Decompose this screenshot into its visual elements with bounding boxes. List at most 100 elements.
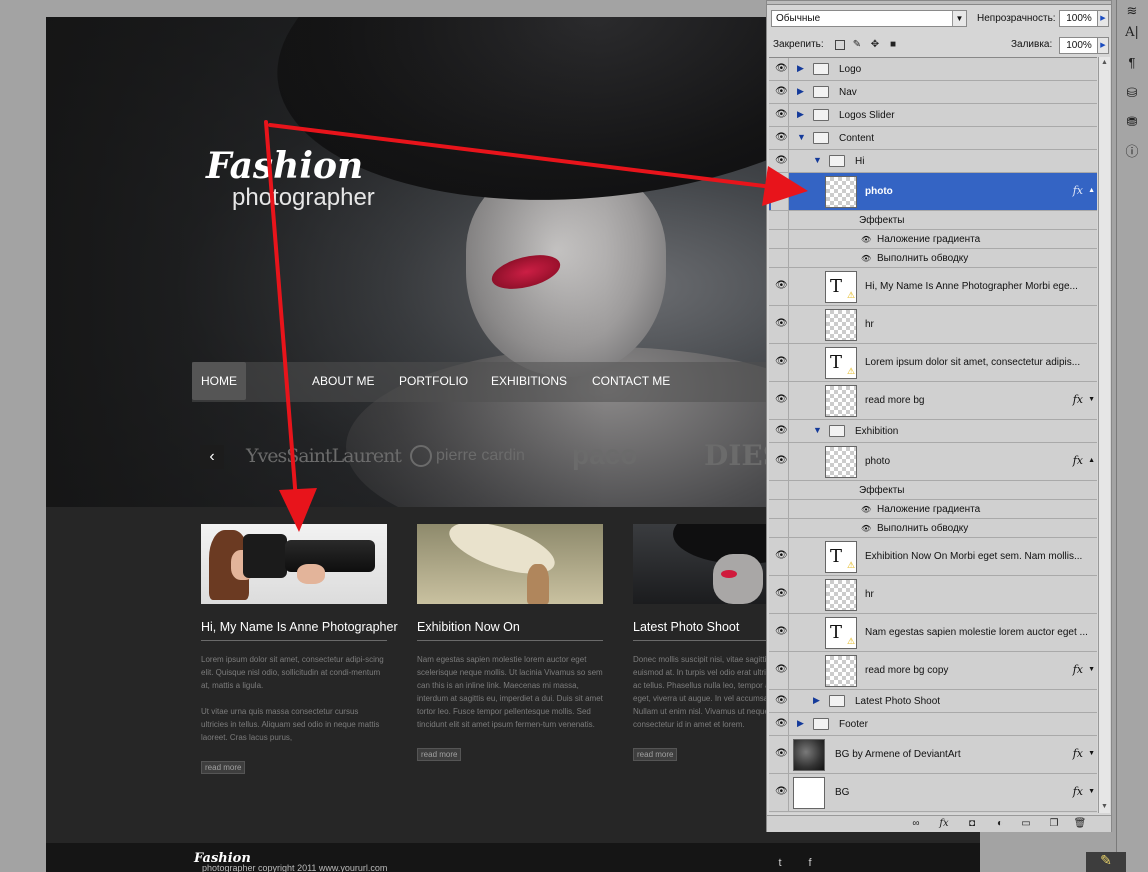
collapse-triangle-icon[interactable]: ▼ xyxy=(813,155,823,165)
expand-triangle-icon[interactable]: ▶ xyxy=(797,718,807,729)
facebook-icon[interactable]: f xyxy=(802,857,818,872)
nav-contact-me[interactable]: CONTACT ME xyxy=(583,362,679,400)
lock-move-icon[interactable]: ✥ xyxy=(869,39,881,51)
eye-icon[interactable]: 👁 xyxy=(771,576,789,613)
effect-eye-icon[interactable]: 👁 xyxy=(861,254,871,263)
eye-icon-hidden[interactable] xyxy=(771,211,789,229)
layer-row[interactable]: 👁 ▶ Latest Photo Shoot xyxy=(769,690,1097,713)
fill-slider-arrow-icon[interactable]: ▶ xyxy=(1097,37,1109,54)
layer-row[interactable]: 👁 ▶ Logo xyxy=(769,58,1097,81)
chevron-down-icon[interactable]: ▼ xyxy=(1088,750,1095,757)
effect-eye-icon[interactable]: 👁 xyxy=(861,524,871,533)
fill-input[interactable]: 100% xyxy=(1059,37,1099,54)
effect-row[interactable]: 👁 Выполнить обводку xyxy=(769,249,1097,268)
eye-icon[interactable]: 👁 xyxy=(771,127,789,149)
chevron-down-icon[interactable]: ▼ xyxy=(1088,396,1095,403)
expand-triangle-icon[interactable]: ▶ xyxy=(797,86,807,97)
nav-about-me[interactable]: ABOUT ME xyxy=(303,362,383,400)
layer-row[interactable]: 👁 T ⚠ Hi, My Name Is Anne Photographer M… xyxy=(769,268,1097,306)
eye-icon[interactable]: 👁 xyxy=(771,538,789,575)
layer-row[interactable]: 👁 read more bg fx ▼ xyxy=(769,382,1097,420)
fx-icon[interactable]: fx xyxy=(1073,663,1083,676)
nav-portfolio[interactable]: PORTFOLIO xyxy=(390,362,477,400)
layer-row[interactable]: 👁 BG by Armene of DeviantArt fx ▼ xyxy=(769,736,1097,774)
layer-row[interactable]: 👁 T ⚠ Lorem ipsum dolor sit amet, consec… xyxy=(769,344,1097,382)
layer-row[interactable]: 👁 ▼ Exhibition xyxy=(769,420,1097,443)
fx-icon[interactable]: fx xyxy=(1073,785,1083,798)
collapse-panels-icon[interactable]: ≋ xyxy=(1121,0,1143,22)
chevron-down-icon[interactable]: ▼ xyxy=(1088,666,1095,673)
twitter-icon[interactable]: t xyxy=(772,857,788,872)
fx-icon[interactable]: fx xyxy=(1073,393,1083,406)
paragraph-icon[interactable]: ¶ xyxy=(1121,52,1143,74)
eye-icon[interactable]: 👁 xyxy=(771,268,789,305)
eye-icon-hidden[interactable] xyxy=(771,519,789,537)
eye-icon[interactable]: 👁 xyxy=(771,652,789,689)
layer-row-selected[interactable]: photo fx ▲ xyxy=(769,173,1097,211)
scroll-up-icon[interactable]: ▲ xyxy=(1099,57,1110,69)
lock-all-icon[interactable]: ■ xyxy=(887,39,899,51)
opacity-slider-arrow-icon[interactable]: ▶ xyxy=(1097,10,1109,27)
eye-icon[interactable]: 👁 xyxy=(771,736,789,773)
eye-icon[interactable]: 👁 xyxy=(771,58,789,80)
scroll-down-icon[interactable]: ▼ xyxy=(1099,801,1110,813)
read-more-button[interactable]: read more xyxy=(201,761,246,774)
eye-icon[interactable]: 👁 xyxy=(771,774,789,811)
eye-icon[interactable]: 👁 xyxy=(771,443,789,480)
fx-icon[interactable]: fx xyxy=(1073,747,1083,760)
add-style-icon[interactable]: fx xyxy=(937,818,951,830)
eye-icon-hidden[interactable] xyxy=(771,230,789,248)
expand-triangle-icon[interactable]: ▶ xyxy=(813,695,823,706)
blend-mode-select[interactable]: Обычные ▼ xyxy=(771,10,967,27)
effect-row[interactable]: 👁 Наложение градиента xyxy=(769,230,1097,249)
expand-triangle-icon[interactable]: ▶ xyxy=(797,63,807,74)
add-mask-icon[interactable]: ◘ xyxy=(965,818,979,830)
styles-icon[interactable]: ⛁ xyxy=(1121,82,1143,104)
layer-row[interactable]: 👁 T ⚠ Exhibition Now On Morbi eget sem. … xyxy=(769,538,1097,576)
layer-row[interactable]: 👁 ▼ Hi xyxy=(769,150,1097,173)
read-more-button[interactable]: read more xyxy=(417,748,462,761)
layer-row[interactable]: 👁 BG fx ▼ xyxy=(769,774,1097,812)
eye-icon[interactable]: 👁 xyxy=(771,81,789,103)
eye-icon[interactable]: 👁 xyxy=(771,344,789,381)
layer-row[interactable]: 👁 ▶ Footer xyxy=(769,713,1097,736)
effect-row[interactable]: 👁 Выполнить обводку xyxy=(769,519,1097,538)
new-group-icon[interactable]: ▭ xyxy=(1019,818,1033,830)
eye-icon-hidden[interactable] xyxy=(771,173,789,210)
eye-icon[interactable]: 👁 xyxy=(771,420,789,442)
expand-triangle-icon[interactable]: ▶ xyxy=(797,109,807,120)
layer-row[interactable]: 👁 ▼ Content xyxy=(769,127,1097,150)
collapse-triangle-icon[interactable]: ▼ xyxy=(797,132,807,142)
eye-icon[interactable]: 👁 xyxy=(771,306,789,343)
effect-eye-icon[interactable]: 👁 xyxy=(861,235,871,244)
lock-paint-icon[interactable]: ✎ xyxy=(851,39,863,51)
effects-row[interactable]: Эффекты xyxy=(769,481,1097,500)
opacity-input[interactable]: 100% xyxy=(1059,10,1099,27)
effect-row[interactable]: 👁 Наложение градиента xyxy=(769,500,1097,519)
read-more-button[interactable]: read more xyxy=(633,748,678,761)
info-icon[interactable]: ⓘ xyxy=(1121,141,1143,163)
layer-row[interactable]: 👁 ▶ Nav xyxy=(769,81,1097,104)
chevron-down-icon[interactable]: ▼ xyxy=(1088,788,1095,795)
nav-exhibitions[interactable]: EXHIBITIONS xyxy=(482,362,576,400)
effect-eye-icon[interactable]: 👁 xyxy=(861,505,871,514)
nav-home[interactable]: HOME xyxy=(192,362,246,400)
new-layer-icon[interactable]: ❐ xyxy=(1047,818,1061,830)
adjustment-layer-icon[interactable]: ◐ xyxy=(993,818,1007,830)
layer-row[interactable]: 👁 photo fx ▲ xyxy=(769,443,1097,481)
eye-icon[interactable]: 👁 xyxy=(771,614,789,651)
chevron-up-icon[interactable]: ▲ xyxy=(1088,457,1095,464)
layers-scrollbar[interactable]: ▲ ▼ xyxy=(1098,57,1110,813)
eye-icon-hidden[interactable] xyxy=(771,249,789,267)
lock-transparency-icon[interactable] xyxy=(835,40,845,50)
fx-icon[interactable]: fx xyxy=(1073,454,1083,467)
layer-row[interactable]: 👁 hr xyxy=(769,306,1097,344)
eye-icon-hidden[interactable] xyxy=(771,481,789,499)
layer-row[interactable]: 👁 ▶ Logos Slider xyxy=(769,104,1097,127)
dock-thumbnail-icon[interactable]: ✎ xyxy=(1086,852,1126,872)
eye-icon[interactable]: 👁 xyxy=(771,713,789,735)
eye-icon[interactable]: 👁 xyxy=(771,150,789,172)
eye-icon[interactable]: 👁 xyxy=(771,104,789,126)
clone-source-icon[interactable]: ⛃ xyxy=(1121,111,1143,133)
eye-icon[interactable]: 👁 xyxy=(771,382,789,419)
